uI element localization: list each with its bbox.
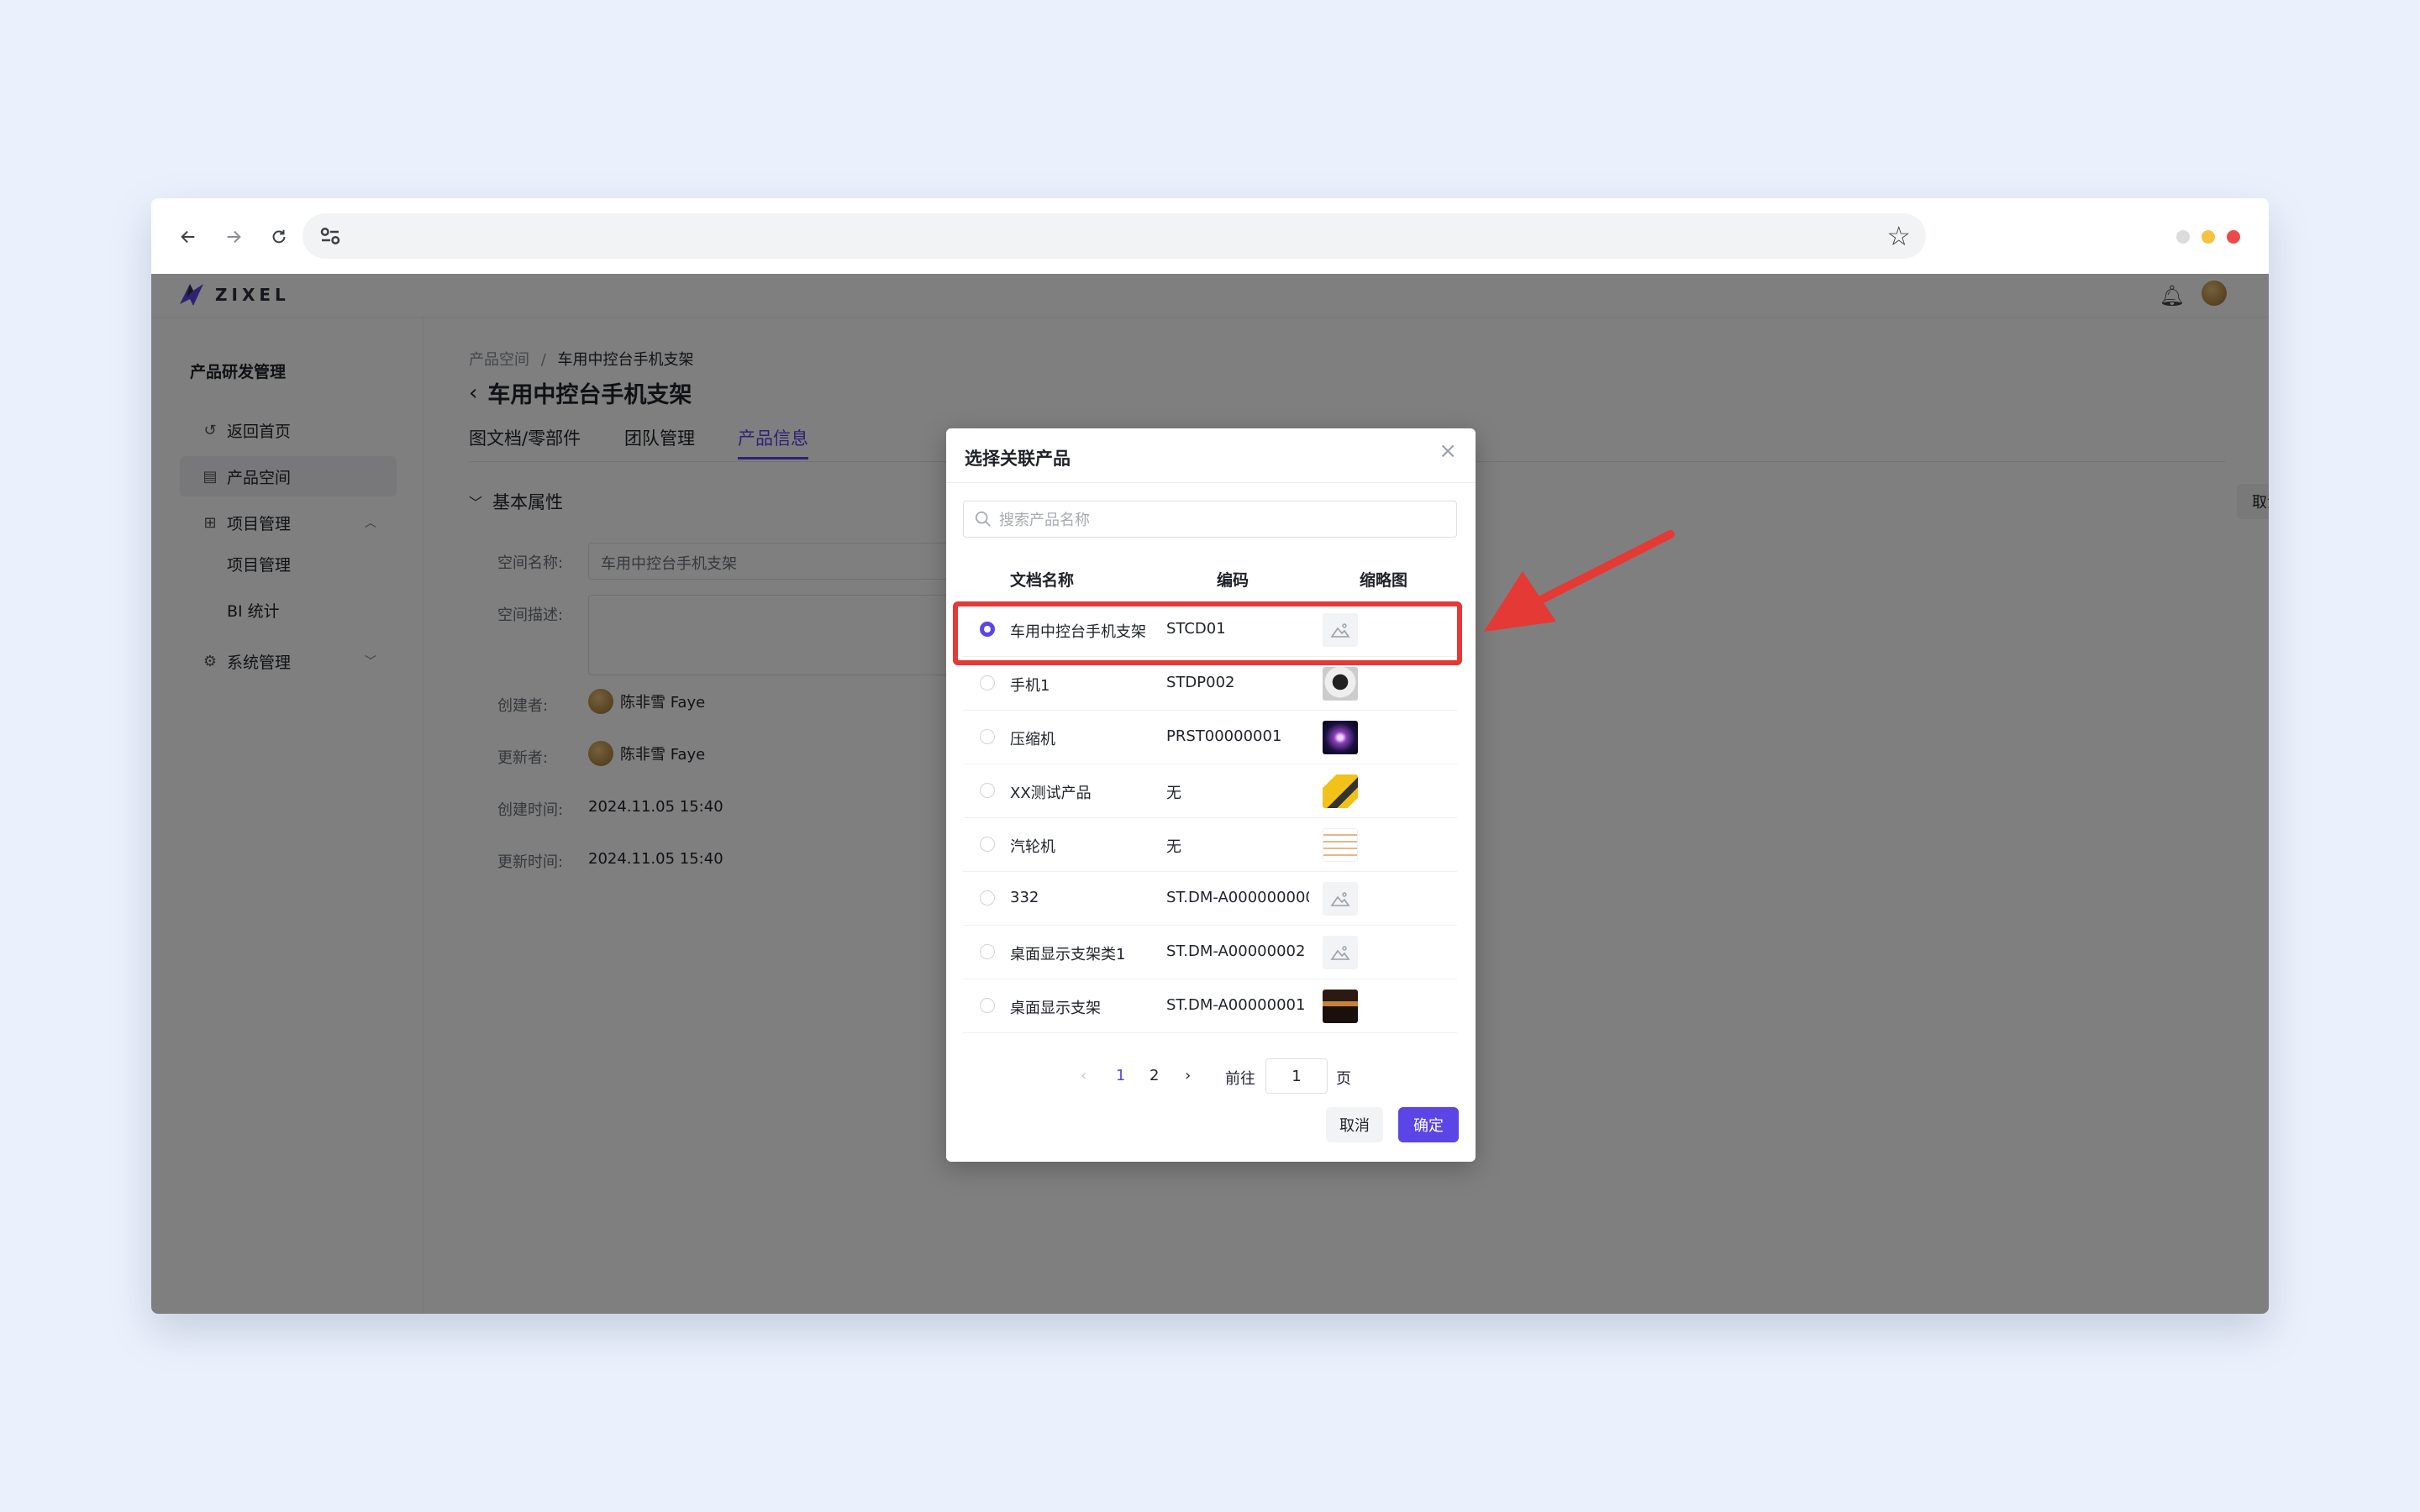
row-radio[interactable] [980, 944, 995, 959]
penguin-thumbnail [1323, 667, 1358, 701]
table-row[interactable]: 桌面显示支架 ST.DM-A00000001 [963, 979, 1457, 1033]
address-bar[interactable]: ☆ [302, 213, 1926, 259]
modal-title: 选择关联产品 [965, 449, 1071, 469]
browser-toolbar: ☆ [151, 198, 2269, 274]
reload-icon [272, 229, 286, 244]
table-row[interactable]: 汽轮机 无 [963, 818, 1457, 872]
arrow-right-icon [227, 230, 241, 244]
modal-divider [946, 482, 1476, 483]
forward-button[interactable] [215, 218, 252, 255]
row-radio[interactable] [980, 890, 995, 906]
next-page-icon[interactable]: › [1185, 1067, 1191, 1084]
close-icon[interactable]: × [1439, 438, 1457, 464]
row-code: ST.DM-A000000000 [1166, 889, 1309, 906]
modal-cancel-button[interactable]: 取消 [1326, 1107, 1383, 1142]
row-radio[interactable] [980, 998, 995, 1013]
row-name: 压缩机 [1010, 731, 1055, 748]
site-settings-icon[interactable] [318, 223, 343, 249]
search-input[interactable] [999, 508, 1436, 532]
row-name: 桌面显示支架 [1010, 1000, 1101, 1017]
goto-page-input[interactable] [1265, 1058, 1328, 1094]
image-placeholder-icon [1323, 936, 1358, 969]
search-icon [975, 511, 991, 527]
table-row[interactable]: 压缩机 PRST00000001 [963, 711, 1457, 764]
bookmark-star-icon[interactable]: ☆ [1886, 221, 1911, 251]
table-row[interactable]: XX测试产品 无 [963, 764, 1457, 818]
pagination: ‹ 1 2 › 前往 页 [946, 1058, 1476, 1094]
column-header-code: 编码 [1217, 571, 1249, 590]
row-radio[interactable] [980, 837, 995, 852]
page-2[interactable]: 2 [1150, 1067, 1159, 1084]
modal-confirm-button[interactable]: 确定 [1398, 1107, 1459, 1142]
row-name: XX测试产品 [1010, 785, 1092, 802]
page-suffix: 页 [1336, 1070, 1351, 1088]
red-arrow-annotation [1484, 530, 1675, 632]
select-product-modal: 选择关联产品 × 文档名称 编码 缩略图 车用中控台手机支架 STCD01 手机… [946, 428, 1476, 1162]
row-code: ST.DM-A00000002 [1166, 942, 1306, 960]
row-name: 汽轮机 [1010, 838, 1055, 856]
window-dot-yellow[interactable] [2202, 230, 2215, 244]
window-dot-red[interactable] [2227, 230, 2240, 244]
column-header-name: 文档名称 [1010, 571, 1075, 590]
row-radio[interactable] [980, 783, 995, 798]
arrow-left-icon [181, 230, 195, 244]
highlight-annotation [953, 601, 1462, 665]
dark-thumbnail [1323, 990, 1358, 1023]
row-code: STDP002 [1166, 674, 1235, 691]
row-name: 332 [1010, 889, 1039, 906]
reload-button[interactable] [260, 218, 297, 255]
window-dot-gray[interactable] [2176, 230, 2190, 244]
row-radio[interactable] [980, 729, 995, 744]
row-code: 无 [1166, 838, 1181, 856]
galaxy-thumbnail [1323, 721, 1358, 754]
row-name: 桌面显示支架类1 [1010, 946, 1126, 963]
machine-thumbnail [1323, 774, 1358, 808]
search-box[interactable] [963, 501, 1457, 538]
image-placeholder-icon [1323, 882, 1358, 916]
row-radio[interactable] [980, 675, 995, 690]
row-code: ST.DM-A00000001 [1166, 996, 1306, 1014]
page-1[interactable]: 1 [1116, 1067, 1125, 1084]
sheet-thumbnail [1323, 828, 1358, 862]
row-code: 无 [1166, 785, 1181, 802]
table-row[interactable]: 332 ST.DM-A000000000 [963, 872, 1457, 926]
goto-label: 前往 [1225, 1070, 1255, 1088]
row-name: 手机1 [1010, 677, 1050, 695]
back-button[interactable] [170, 218, 207, 255]
table-row[interactable]: 桌面显示支架类1 ST.DM-A00000002 [963, 926, 1457, 979]
row-code: PRST00000001 [1166, 727, 1282, 745]
prev-page-icon[interactable]: ‹ [1081, 1067, 1086, 1084]
column-header-thumbnail: 缩略图 [1360, 571, 1408, 590]
